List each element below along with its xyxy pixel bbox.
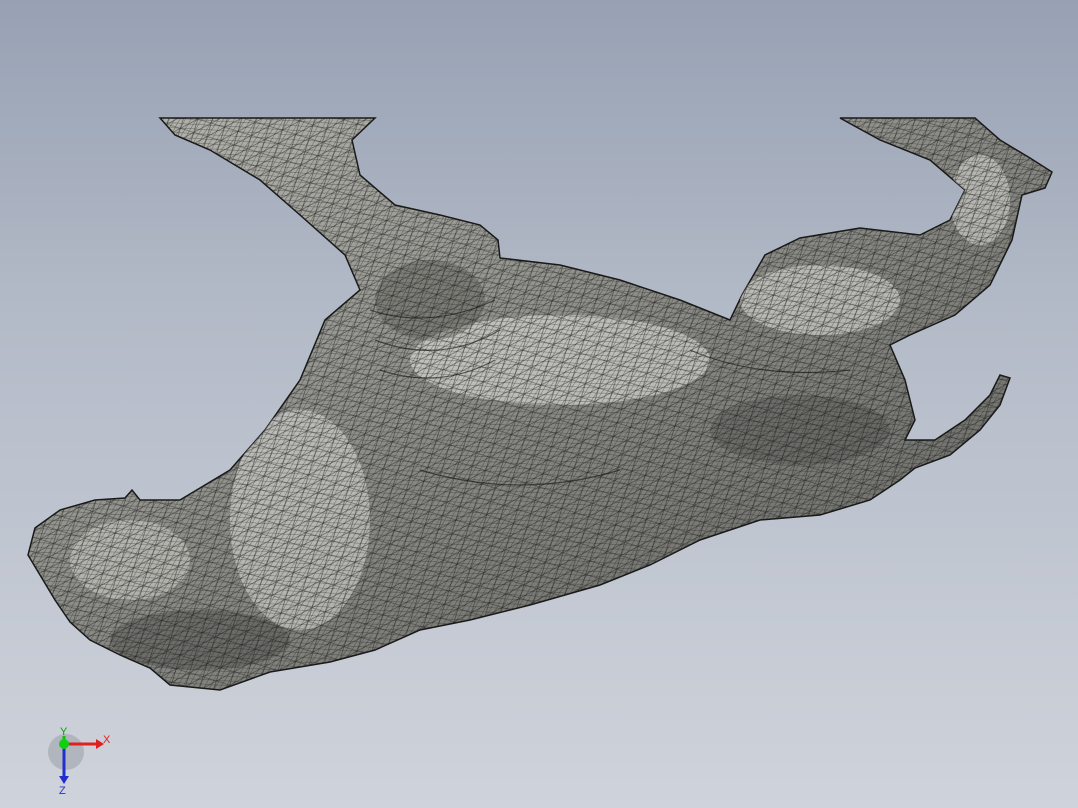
mesh-model[interactable] bbox=[0, 0, 1078, 808]
x-axis-label: X bbox=[103, 734, 111, 746]
triad-shadow bbox=[48, 734, 84, 770]
graphics-viewport[interactable]: X Y Z bbox=[0, 0, 1078, 808]
y-axis-label: Y bbox=[60, 726, 68, 738]
z-axis-label: Z bbox=[59, 785, 66, 796]
axis-triad: X Y Z bbox=[48, 726, 111, 796]
y-axis-dot bbox=[59, 739, 69, 749]
rhino-mesh-body bbox=[27, 117, 1053, 691]
